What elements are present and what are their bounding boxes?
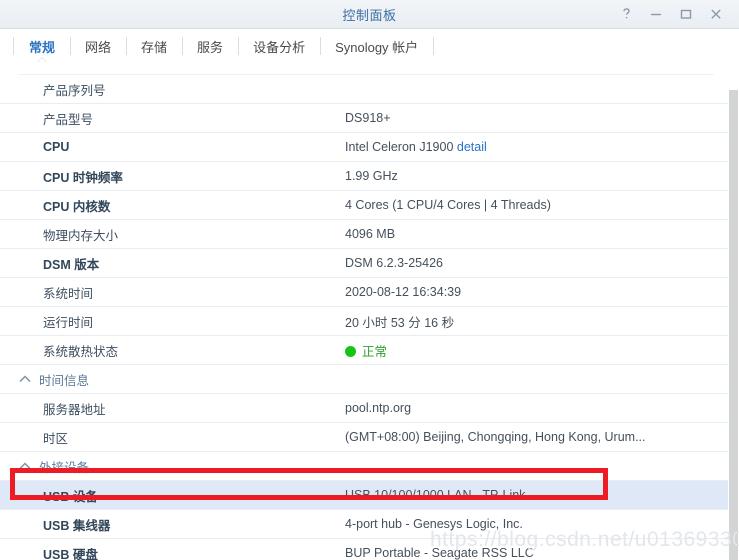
- row-label: 系统时间: [43, 286, 94, 301]
- tab-label: 网络: [85, 39, 112, 55]
- vertical-scrollbar[interactable]: [728, 62, 739, 560]
- cpu-detail-link[interactable]: detail: [457, 140, 487, 154]
- row-label: USB 硬盘: [43, 547, 98, 560]
- table-row: CPU 时钟频率 1.99 GHz: [0, 162, 728, 191]
- row-value: USB 10/100/1000 LAN - TP-Link: [345, 488, 526, 502]
- row-label: USB 设备: [43, 489, 98, 504]
- row-value: 4 Cores (1 CPU/4 Cores | 4 Threads): [345, 198, 551, 212]
- tab-device-analytics[interactable]: 设备分析: [238, 29, 320, 63]
- row-value: 4-port hub - Genesys Logic, Inc.: [345, 517, 523, 531]
- tab-label: 常规: [29, 39, 56, 55]
- section-header-time-info[interactable]: 时间信息: [0, 365, 728, 394]
- general-info-panel: 产品序列号 产品型号 DS918+ CPU Intel Celeron J190…: [0, 62, 739, 560]
- window-titlebar: 控制面板: [0, 0, 739, 29]
- row-value: 4096 MB: [345, 227, 396, 241]
- row-label: USB 集线器: [43, 518, 111, 533]
- row-label: 产品序列号: [43, 83, 106, 98]
- tab-label: 存储: [141, 39, 168, 55]
- help-button[interactable]: [611, 0, 641, 28]
- close-button[interactable]: [701, 0, 731, 28]
- row-value: 1.99 GHz: [345, 169, 398, 183]
- tab-label: Synology 帐户: [335, 39, 419, 55]
- row-value: DS918+: [345, 111, 391, 125]
- row-label: 服务器地址: [43, 402, 106, 417]
- section-label: 外接设备: [39, 460, 90, 475]
- status-badge: 正常: [362, 344, 388, 359]
- row-value: Intel Celeron J1900 detail: [345, 140, 728, 154]
- table-row: 系统时间 2020-08-12 16:34:39: [0, 278, 728, 307]
- scrollbar-track[interactable]: [729, 62, 738, 90]
- table-row: 物理内存大小 4096 MB: [0, 220, 728, 249]
- row-label: 系统散热状态: [43, 344, 119, 359]
- scrollbar-thumb[interactable]: [729, 90, 738, 560]
- table-row: DSM 版本 DSM 6.2.3-25426: [0, 249, 728, 278]
- table-row: USB 集线器 4-port hub - Genesys Logic, Inc.: [0, 510, 728, 539]
- minimize-button[interactable]: [641, 0, 671, 28]
- tab-storage[interactable]: 存储: [126, 29, 182, 63]
- control-panel-window: 控制面板 常规 网络 存储 服务 设备分析 Synology 帐户 产品序列号 …: [0, 0, 739, 560]
- tab-network[interactable]: 网络: [70, 29, 126, 63]
- row-label: CPU 内核数: [43, 199, 111, 214]
- row-label: CPU 时钟频率: [43, 170, 123, 185]
- tab-service[interactable]: 服务: [182, 29, 238, 63]
- tab-bar: 常规 网络 存储 服务 设备分析 Synology 帐户: [0, 29, 739, 64]
- chevron-up-icon: [18, 459, 32, 473]
- row-label: 物理内存大小: [43, 228, 119, 243]
- row-value: (GMT+08:00) Beijing, Chongqing, Hong Kon…: [345, 430, 646, 444]
- cpu-model-text: Intel Celeron J1900: [345, 140, 457, 154]
- table-row: CPU 内核数 4 Cores (1 CPU/4 Cores | 4 Threa…: [0, 191, 728, 220]
- status-ok-icon: [345, 345, 356, 357]
- info-list: 产品序列号 产品型号 DS918+ CPU Intel Celeron J190…: [0, 62, 728, 560]
- row-value: 2020-08-12 16:34:39: [345, 285, 462, 299]
- row-value: 20 小时 53 分 16 秒: [345, 315, 455, 330]
- table-row: 系统散热状态 正常: [0, 336, 728, 365]
- row-label: 运行时间: [43, 315, 94, 330]
- chevron-up-icon: [18, 372, 32, 386]
- table-row: 产品型号 DS918+: [0, 104, 728, 133]
- maximize-button[interactable]: [671, 0, 701, 28]
- section-label: 时间信息: [39, 373, 90, 388]
- row-label: 时区: [43, 431, 69, 446]
- window-controls: [611, 0, 731, 28]
- table-row: USB 硬盘 BUP Portable - Seagate RSS LLC: [0, 539, 728, 560]
- row-label: DSM 版本: [43, 257, 100, 272]
- table-row: 运行时间 20 小时 53 分 16 秒: [0, 307, 728, 336]
- tab-divider: [433, 37, 435, 55]
- tab-label: 设备分析: [253, 39, 306, 55]
- table-row: 时区 (GMT+08:00) Beijing, Chongqing, Hong …: [0, 423, 728, 452]
- row-value: 正常: [345, 341, 728, 360]
- scrolled-partial-row: [18, 62, 714, 75]
- row-value: DSM 6.2.3-25426: [345, 256, 443, 270]
- row-label: CPU: [43, 140, 70, 154]
- tab-general[interactable]: 常规: [12, 29, 70, 64]
- row-value: BUP Portable - Seagate RSS LLC: [345, 546, 534, 560]
- tab-label: 服务: [197, 39, 224, 55]
- table-row: CPU Intel Celeron J1900 detail: [0, 133, 728, 162]
- tab-synology-account[interactable]: Synology 帐户: [320, 29, 433, 63]
- table-row: 产品序列号: [0, 75, 728, 104]
- section-header-external-devices[interactable]: 外接设备: [0, 452, 728, 481]
- row-value: pool.ntp.org: [345, 401, 412, 415]
- row-label: 产品型号: [43, 112, 94, 127]
- table-row: 服务器地址 pool.ntp.org: [0, 394, 728, 423]
- table-row-usb-device[interactable]: USB 设备 USB 10/100/1000 LAN - TP-Link: [0, 481, 728, 510]
